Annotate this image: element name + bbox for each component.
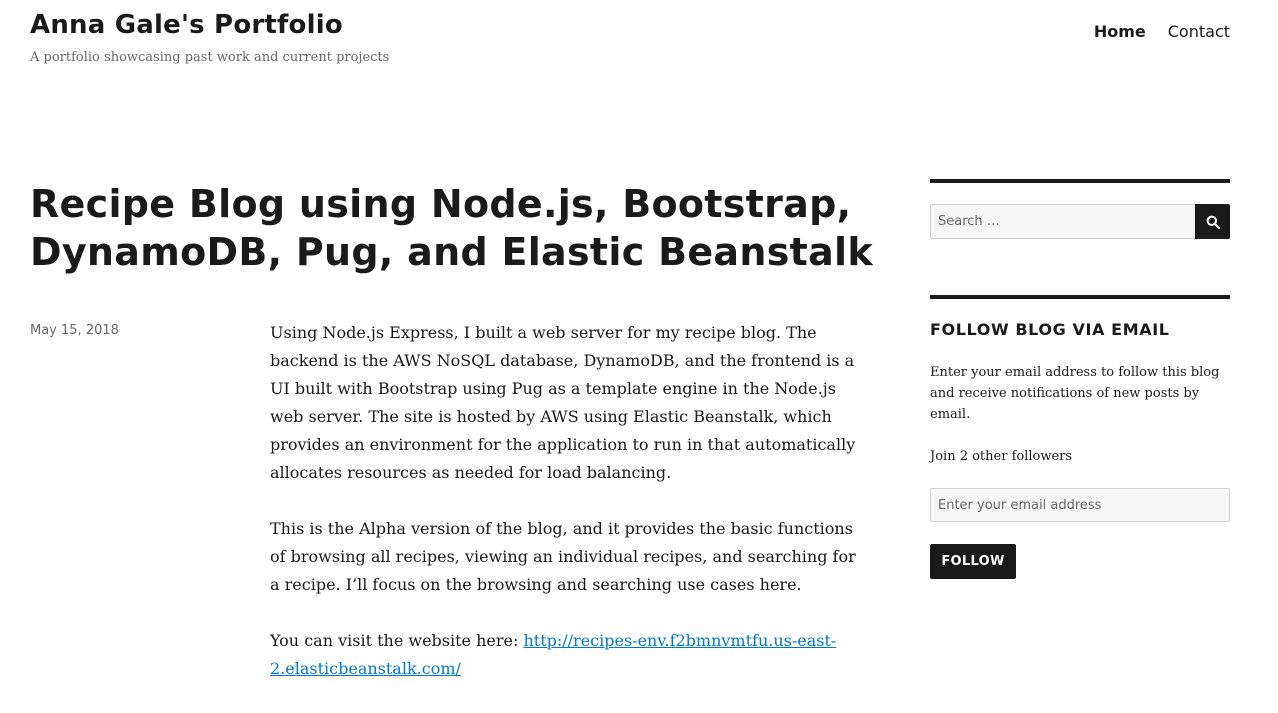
email-field[interactable]: [930, 488, 1230, 522]
search-button[interactable]: [1195, 204, 1230, 239]
search-form: [930, 204, 1230, 239]
search-icon: [1206, 215, 1220, 229]
follow-description: Enter your email address to follow this …: [930, 365, 1220, 422]
site-tagline: A portfolio showcasing past work and cur…: [30, 50, 390, 65]
main-navigation: Home Contact: [1094, 22, 1230, 41]
post-paragraph: Using Node.js Express, I built a web ser…: [270, 323, 856, 482]
post-content: Using Node.js Express, I built a web ser…: [270, 319, 870, 711]
nav-item-home[interactable]: Home: [1094, 22, 1146, 41]
widget-divider: [930, 295, 1230, 299]
post-paragraph: This is the Alpha version of the blog, a…: [270, 519, 856, 594]
follow-widget-heading: Follow Blog via Email: [930, 320, 1170, 339]
followers-count: Join 2 other followers: [930, 449, 1073, 464]
post-date[interactable]: May 15, 2018: [30, 323, 119, 338]
follow-button[interactable]: Follow: [930, 544, 1016, 579]
post-link-paragraph: You can visit the website here: http://r…: [270, 627, 870, 683]
widget-divider: [930, 179, 1230, 183]
post-link-intro: You can visit the website here:: [270, 631, 524, 650]
nav-item-contact[interactable]: Contact: [1168, 22, 1230, 41]
site-title[interactable]: Anna Gale's Portfolio: [30, 10, 343, 40]
post-title: Recipe Blog using Node.js, Bootstrap, Dy…: [30, 182, 873, 274]
search-input[interactable]: [930, 204, 1195, 239]
